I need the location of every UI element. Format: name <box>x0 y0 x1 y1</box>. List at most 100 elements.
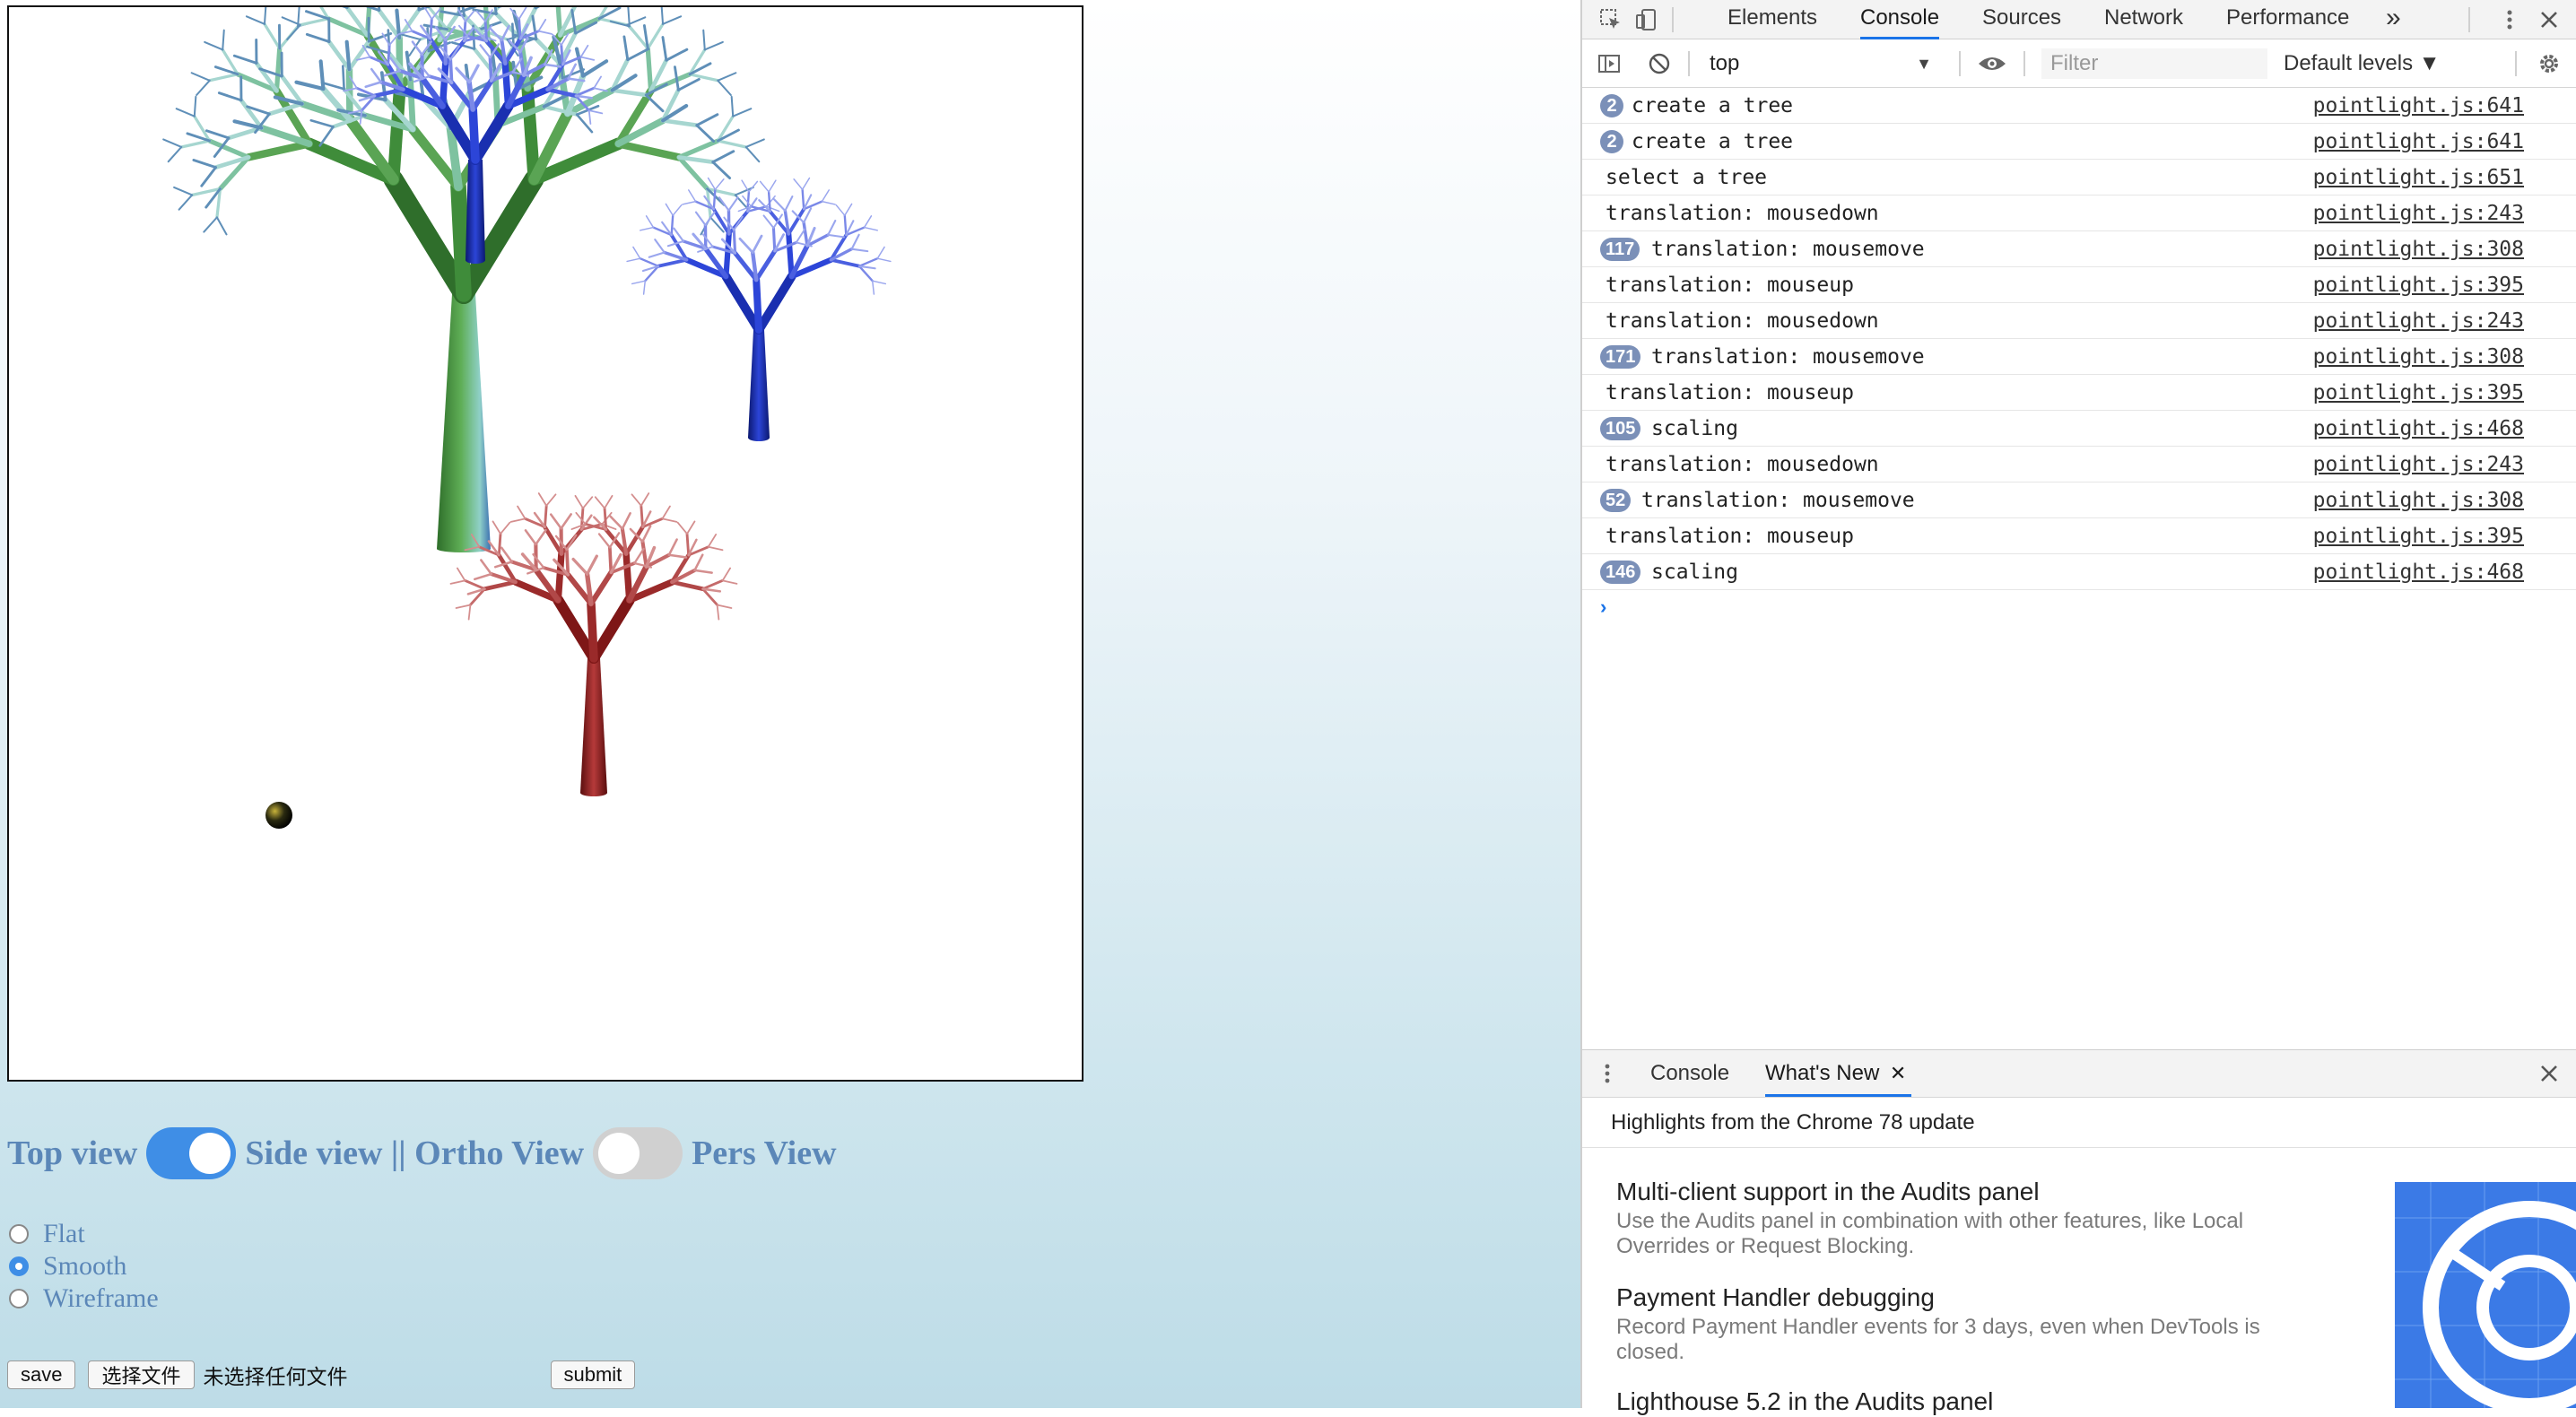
drawer-menu-icon[interactable] <box>1600 1061 1614 1086</box>
console-log-row: 52 translation: mousemove pointlight.js:30… <box>1582 482 2576 518</box>
radio-flat-button[interactable] <box>9 1224 29 1244</box>
view-toggle[interactable] <box>146 1127 236 1179</box>
green-tree[interactable] <box>163 7 764 552</box>
news-description: Use the Audits panel in combination with… <box>1616 1209 2334 1259</box>
live-expression-eye-icon[interactable] <box>1977 51 2007 76</box>
save-button[interactable]: save <box>7 1360 75 1389</box>
console-settings-gear-icon[interactable] <box>2537 51 2562 76</box>
log-source-link[interactable]: pointlight.js:243 <box>2313 447 2524 482</box>
tab-elements[interactable]: Elements <box>1727 0 1817 39</box>
drawer-tab-whats-new[interactable]: What's New ✕ <box>1765 1050 1911 1097</box>
log-source-link[interactable]: pointlight.js:651 <box>2313 160 2524 196</box>
radio-smooth[interactable]: Smooth <box>9 1250 159 1282</box>
radio-smooth-label: Smooth <box>43 1251 126 1282</box>
choose-file-button[interactable]: 选择文件 <box>88 1360 194 1389</box>
device-toolbar-icon[interactable] <box>1634 7 1659 32</box>
log-source-link[interactable]: pointlight.js:308 <box>2313 231 2524 267</box>
news-title: Lighthouse 5.2 in the Audits panel <box>1616 1387 2334 1417</box>
log-source-link[interactable]: pointlight.js:308 <box>2313 482 2524 518</box>
log-message: translation: mousedown <box>1606 447 1879 482</box>
whats-new-heading: Highlights from the Chrome 78 update <box>1582 1098 2576 1148</box>
close-drawer-icon[interactable] <box>2537 1061 2562 1086</box>
tab-console[interactable]: Console <box>1860 0 1939 39</box>
log-source-link[interactable]: pointlight.js:641 <box>2313 124 2524 160</box>
webgl-page: Top view Side view || Ortho View Pers Vi… <box>0 0 1580 1408</box>
context-select[interactable]: top ▼ <box>1710 48 1943 79</box>
view-toggle-knob <box>189 1133 231 1174</box>
log-message: translation: mousemove <box>1651 231 1925 267</box>
close-tab-icon[interactable]: ✕ <box>1890 1050 1906 1097</box>
console-log-row: select a tree pointlight.js:651 <box>1582 160 2576 196</box>
console-log-row: translation: mouseuppointlight.js:395 <box>1582 375 2576 411</box>
toolbar-separator <box>2515 51 2517 76</box>
news-title: Payment Handler debugging <box>1616 1282 2334 1313</box>
news-item[interactable]: Payment Handler debugging Record Payment… <box>1616 1282 2334 1365</box>
whats-new-illustration <box>2395 1182 2576 1408</box>
more-tabs-chevron-icon[interactable]: » <box>2386 0 2401 39</box>
log-source-link[interactable]: pointlight.js:395 <box>2313 267 2524 303</box>
tab-performance[interactable]: Performance <box>2226 0 2349 39</box>
console-filter-input[interactable]: Filter <box>2041 48 2267 79</box>
news-item[interactable]: Lighthouse 5.2 in the Audits panel <box>1616 1387 2334 1417</box>
red-tree[interactable] <box>451 493 737 796</box>
log-source-link[interactable]: pointlight.js:308 <box>2313 339 2524 375</box>
top-view-label: Top view <box>7 1134 137 1173</box>
log-source-link[interactable]: pointlight.js:243 <box>2313 303 2524 339</box>
radio-wireframe-button[interactable] <box>9 1289 29 1308</box>
projection-toggle-knob <box>598 1133 640 1174</box>
log-source-link[interactable]: pointlight.js:641 <box>2313 88 2524 124</box>
log-message: translation: mouseup <box>1606 518 1854 554</box>
close-devtools-icon[interactable] <box>2537 7 2562 32</box>
log-message: create a tree <box>1632 88 1793 124</box>
repeat-count-badge: 105 <box>1600 417 1640 440</box>
file-form: save 选择文件 未选择任何文件 submit <box>7 1360 635 1390</box>
log-message: translation: mousemove <box>1641 482 1915 518</box>
toolbar-separator <box>2468 7 2470 32</box>
shading-radio-group: Flat Smooth Wireframe <box>9 1218 159 1315</box>
log-levels-dropdown[interactable]: Default levels ▼ <box>2284 48 2441 79</box>
log-message: select a tree <box>1606 160 1767 196</box>
repeat-count-badge: 117 <box>1600 238 1640 261</box>
no-file-text: 未选择任何文件 <box>204 1360 348 1390</box>
blue-tree-small[interactable] <box>627 178 891 441</box>
console-log-row: translation: mouseup pointlight.js:395 <box>1582 518 2576 554</box>
log-message: create a tree <box>1632 124 1793 160</box>
console-log-row: 105 scaling pointlight.js:468 <box>1582 411 2576 447</box>
log-source-link[interactable]: pointlight.js:468 <box>2313 411 2524 447</box>
repeat-count-badge: 52 <box>1600 489 1631 512</box>
console-prompt-icon[interactable]: › <box>1600 595 1606 619</box>
log-source-link[interactable]: pointlight.js:468 <box>2313 554 2524 590</box>
radio-flat[interactable]: Flat <box>9 1218 159 1250</box>
log-message: scaling <box>1651 411 1738 447</box>
news-item[interactable]: Multi-client support in the Audits panel… <box>1616 1177 2334 1259</box>
log-source-link[interactable]: pointlight.js:243 <box>2313 196 2524 231</box>
show-sidebar-icon[interactable] <box>1597 51 1622 76</box>
webgl-canvas[interactable] <box>7 5 1083 1082</box>
scene-svg <box>9 7 1082 1080</box>
clear-console-icon[interactable] <box>1647 51 1672 76</box>
console-log-row: 146scalingpointlight.js:468 <box>1582 554 2576 590</box>
inspect-element-icon[interactable] <box>1598 7 1623 32</box>
view-controls: Top view Side view || Ortho View Pers Vi… <box>7 1126 837 1180</box>
kebab-menu-icon[interactable] <box>2497 7 2522 32</box>
radio-smooth-button[interactable] <box>9 1256 29 1276</box>
console-log-row: 2create a treepointlight.js:641 <box>1582 88 2576 124</box>
pers-view-label: Pers View <box>692 1134 836 1173</box>
projection-toggle[interactable] <box>593 1127 683 1179</box>
repeat-count-badge: 171 <box>1600 345 1640 369</box>
log-source-link[interactable]: pointlight.js:395 <box>2313 518 2524 554</box>
toolbar-separator <box>1672 7 1674 32</box>
chrome-logo-graphic-icon <box>2395 1182 2576 1408</box>
log-source-link[interactable]: pointlight.js:395 <box>2313 375 2524 411</box>
radio-flat-label: Flat <box>43 1219 85 1249</box>
repeat-count-badge: 2 <box>1600 130 1623 153</box>
submit-button[interactable]: submit <box>551 1360 636 1389</box>
log-message: translation: mouseup <box>1606 267 1854 303</box>
toolbar-separator <box>1688 51 1690 76</box>
drawer-tab-console[interactable]: Console <box>1650 1050 1729 1097</box>
tab-sources[interactable]: Sources <box>1982 0 2061 39</box>
radio-wireframe[interactable]: Wireframe <box>9 1282 159 1315</box>
point-light-sphere[interactable] <box>265 802 292 829</box>
console-log-row: translation: mousedown pointlight.js:243 <box>1582 447 2576 482</box>
tab-network[interactable]: Network <box>2104 0 2183 39</box>
